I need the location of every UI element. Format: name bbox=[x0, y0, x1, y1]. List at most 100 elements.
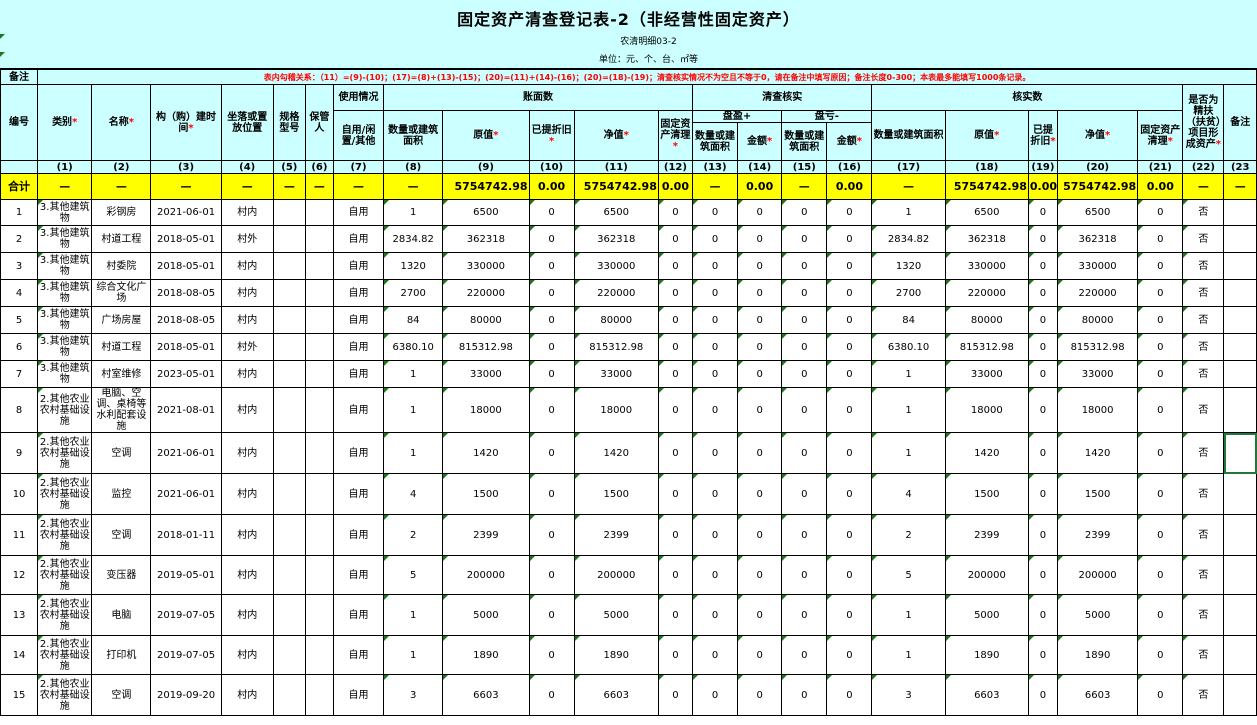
row-build-time[interactable]: 2018-05-01 bbox=[150, 252, 222, 280]
row-surplus-amt[interactable]: 0 bbox=[737, 555, 783, 595]
row-no[interactable]: 4 bbox=[0, 279, 39, 307]
sheet-title[interactable]: 固定资产清查登记表-2（非经营性固定资产） bbox=[0, 6, 1257, 30]
total-ver-net[interactable]: 5754742.98 bbox=[1056, 173, 1139, 200]
row-book-clear[interactable]: 0 bbox=[657, 594, 693, 636]
row-usage[interactable]: 自用 bbox=[332, 306, 385, 334]
row-surplus-amt[interactable]: 0 bbox=[737, 432, 783, 474]
column-number-cell[interactable]: (22) bbox=[1182, 160, 1225, 174]
row-book-dep[interactable]: 0 bbox=[528, 473, 575, 515]
header-usage-group[interactable]: 使用情况 bbox=[332, 84, 385, 111]
row-location[interactable]: 村内 bbox=[220, 360, 274, 388]
form-code[interactable]: 农清明细03-2 bbox=[0, 34, 1257, 47]
row-keeper[interactable] bbox=[304, 432, 334, 474]
row-book-dep[interactable]: 0 bbox=[528, 514, 575, 556]
row-ver-orig[interactable]: 1420 bbox=[944, 432, 1029, 474]
note-text[interactable]: 表内勾稽关系：（11）=(9)-(10)；(17)=(8)+(13)-(15)；… bbox=[37, 69, 1257, 85]
row-name[interactable]: 村委院 bbox=[91, 252, 152, 280]
header-ver-orig[interactable]: 原值* bbox=[944, 110, 1029, 161]
row-book-orig[interactable]: 1500 bbox=[442, 473, 530, 515]
row-loss-qty[interactable]: 0 bbox=[781, 252, 828, 280]
row-keeper[interactable] bbox=[304, 279, 334, 307]
total-ver-clear[interactable]: 0.00 bbox=[1137, 173, 1184, 200]
row-ver-qty[interactable]: 2834.82 bbox=[871, 225, 946, 253]
row-surplus-amt[interactable]: 0 bbox=[737, 473, 783, 515]
row-ver-clear[interactable]: 0 bbox=[1137, 279, 1184, 307]
row-no[interactable]: 2 bbox=[0, 225, 39, 253]
total-dash[interactable]: — bbox=[781, 173, 828, 200]
row-surplus-amt[interactable]: 0 bbox=[737, 387, 783, 433]
row-loss-amt[interactable]: 0 bbox=[826, 360, 873, 388]
row-usage[interactable]: 自用 bbox=[332, 514, 385, 556]
header-book-net[interactable]: 净值* bbox=[573, 110, 659, 161]
row-book-clear[interactable]: 0 bbox=[657, 225, 693, 253]
row-build-time[interactable]: 2018-08-05 bbox=[150, 279, 222, 307]
row-ver-orig[interactable]: 330000 bbox=[944, 252, 1029, 280]
row-keeper[interactable] bbox=[304, 674, 334, 716]
row-surplus-amt[interactable]: 0 bbox=[737, 674, 783, 716]
row-book-qty[interactable]: 3 bbox=[383, 674, 444, 716]
row-book-clear[interactable]: 0 bbox=[657, 635, 693, 675]
column-number-cell[interactable]: (5) bbox=[272, 160, 306, 174]
row-ver-dep[interactable]: 0 bbox=[1027, 306, 1058, 334]
row-remark[interactable] bbox=[1223, 252, 1257, 280]
row-spec[interactable] bbox=[272, 387, 306, 433]
total-dash[interactable]: — bbox=[272, 173, 306, 200]
row-book-orig[interactable]: 1890 bbox=[442, 635, 530, 675]
header-book-orig[interactable]: 原值* bbox=[442, 110, 530, 161]
total-ver-dep[interactable]: 0.00 bbox=[1027, 173, 1058, 200]
row-surplus-qty[interactable]: 0 bbox=[691, 594, 739, 636]
row-ver-dep[interactable]: 0 bbox=[1027, 199, 1058, 226]
row-book-orig[interactable]: 2399 bbox=[442, 514, 530, 556]
total-label[interactable]: 合计 bbox=[0, 173, 39, 200]
row-no[interactable]: 13 bbox=[0, 594, 39, 636]
row-usage[interactable]: 自用 bbox=[332, 635, 385, 675]
row-ver-dep[interactable]: 0 bbox=[1027, 674, 1058, 716]
row-poverty[interactable]: 否 bbox=[1182, 252, 1225, 280]
row-category[interactable]: 2.其他农业农村基础设施 bbox=[37, 674, 93, 716]
header-book-qty[interactable]: 数量或建筑面积 bbox=[383, 110, 444, 161]
row-ver-clear[interactable]: 0 bbox=[1137, 252, 1184, 280]
column-number-cell[interactable]: (3) bbox=[150, 160, 222, 174]
row-ver-dep[interactable]: 0 bbox=[1027, 279, 1058, 307]
row-usage[interactable]: 自用 bbox=[332, 279, 385, 307]
row-book-orig[interactable]: 5000 bbox=[442, 594, 530, 636]
row-ver-qty[interactable]: 1 bbox=[871, 432, 946, 474]
row-keeper[interactable] bbox=[304, 333, 334, 361]
row-usage[interactable]: 自用 bbox=[332, 225, 385, 253]
row-loss-qty[interactable]: 0 bbox=[781, 333, 828, 361]
row-surplus-qty[interactable]: 0 bbox=[691, 333, 739, 361]
column-number-cell[interactable]: (9) bbox=[442, 160, 530, 174]
row-book-qty[interactable]: 6380.10 bbox=[383, 333, 444, 361]
row-poverty[interactable]: 否 bbox=[1182, 635, 1225, 675]
row-book-net[interactable]: 33000 bbox=[573, 360, 659, 388]
total-dash[interactable]: — bbox=[691, 173, 739, 200]
row-loss-amt[interactable]: 0 bbox=[826, 473, 873, 515]
row-no[interactable]: 9 bbox=[0, 432, 39, 474]
row-loss-amt[interactable]: 0 bbox=[826, 225, 873, 253]
row-poverty[interactable]: 否 bbox=[1182, 674, 1225, 716]
row-ver-dep[interactable]: 0 bbox=[1027, 635, 1058, 675]
column-number-cell[interactable]: (14) bbox=[737, 160, 783, 174]
row-ver-net[interactable]: 33000 bbox=[1056, 360, 1139, 388]
row-category[interactable]: 2.其他农业农村基础设施 bbox=[37, 387, 93, 433]
row-ver-dep[interactable]: 0 bbox=[1027, 252, 1058, 280]
header-surplus-group[interactable]: 盘盈+ bbox=[691, 110, 783, 123]
row-category[interactable]: 3.其他建筑物 bbox=[37, 252, 93, 280]
row-book-orig[interactable]: 33000 bbox=[442, 360, 530, 388]
row-loss-amt[interactable]: 0 bbox=[826, 279, 873, 307]
row-loss-qty[interactable]: 0 bbox=[781, 360, 828, 388]
row-book-qty[interactable]: 1 bbox=[383, 635, 444, 675]
row-book-qty[interactable]: 2700 bbox=[383, 279, 444, 307]
row-ver-qty[interactable]: 1 bbox=[871, 594, 946, 636]
row-book-orig[interactable]: 80000 bbox=[442, 306, 530, 334]
row-book-dep[interactable]: 0 bbox=[528, 360, 575, 388]
row-ver-clear[interactable]: 0 bbox=[1137, 555, 1184, 595]
row-loss-qty[interactable]: 0 bbox=[781, 514, 828, 556]
row-book-orig[interactable]: 200000 bbox=[442, 555, 530, 595]
header-book-dep[interactable]: 已提折旧* bbox=[528, 110, 575, 161]
row-name[interactable]: 村室维修 bbox=[91, 360, 152, 388]
row-name[interactable]: 空调 bbox=[91, 432, 152, 474]
row-book-clear[interactable]: 0 bbox=[657, 279, 693, 307]
row-book-net[interactable]: 5000 bbox=[573, 594, 659, 636]
row-keeper[interactable] bbox=[304, 225, 334, 253]
